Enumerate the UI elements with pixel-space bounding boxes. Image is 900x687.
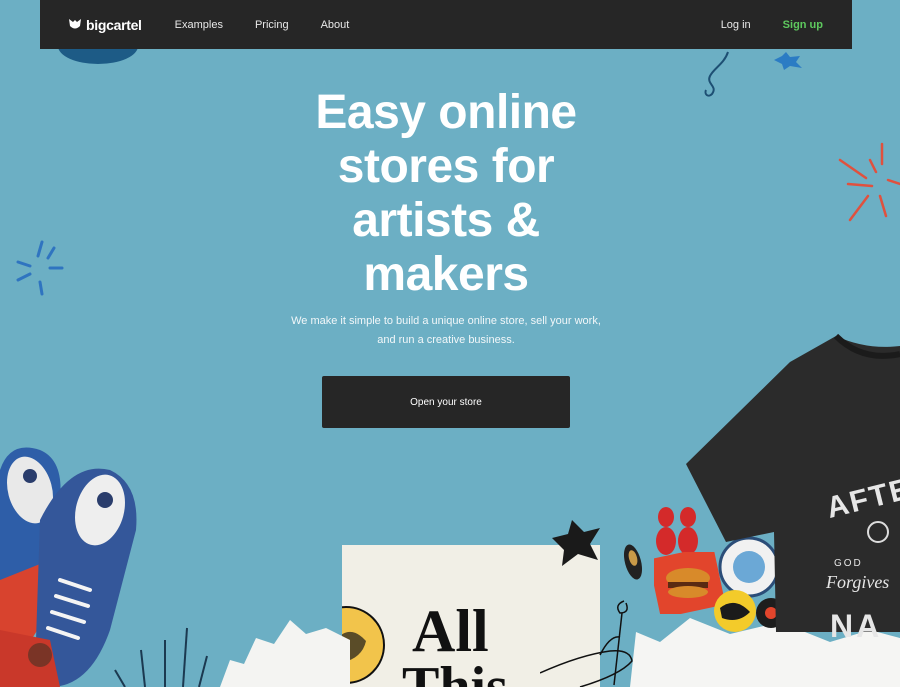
blue-burst-doodle <box>14 238 66 303</box>
tshirt-text-3: Forgives <box>826 572 890 592</box>
blue-splat-doodle <box>772 52 804 77</box>
black-pin-image <box>622 542 644 587</box>
hero-title-line: Easy online <box>315 86 577 139</box>
black-tape-shape <box>548 520 602 571</box>
nav-link-pricing[interactable]: Pricing <box>255 19 289 31</box>
hero-title: Easy online stores for artists & makers <box>250 86 642 302</box>
hero-subtitle-line: and run a creative business. <box>377 334 515 346</box>
signup-link[interactable]: Sign up <box>783 19 823 31</box>
tshirt-text-4: NA <box>830 608 883 644</box>
bigcartel-logo-icon <box>69 19 81 29</box>
nav-links: Examples Pricing About <box>175 19 382 31</box>
torn-paper <box>220 620 350 687</box>
login-link[interactable]: Log in <box>721 19 751 31</box>
hero-subtitle-line: We make it simple to build a unique onli… <box>291 315 601 327</box>
nav-link-about[interactable]: About <box>321 19 350 31</box>
poster-text-1: All <box>412 598 489 664</box>
hero-title-line: stores for <box>337 140 555 193</box>
hero-title-line: makers <box>363 248 529 301</box>
tshirt-image: AFTE GOD Forgives NA <box>686 332 900 644</box>
hero-subtitle: We make it simple to build a unique onli… <box>240 312 652 350</box>
red-burst-doodle <box>836 140 900 229</box>
top-navbar: bigcartel Examples Pricing About Log in … <box>40 0 852 49</box>
tshirt-text-2: GOD <box>834 558 863 569</box>
brand-logo[interactable]: bigcartel <box>69 17 142 33</box>
radiating-lines-doodle <box>105 620 215 687</box>
hero-title-line: artists & <box>352 194 540 247</box>
open-store-button[interactable]: Open your store <box>322 376 570 428</box>
nav-auth: Log in Sign up <box>721 19 823 31</box>
logo-text: bigcartel <box>86 16 142 33</box>
poster-text-2: This <box>402 656 508 687</box>
nav-link-examples[interactable]: Examples <box>175 19 223 31</box>
squiggle-doodle <box>700 50 740 105</box>
